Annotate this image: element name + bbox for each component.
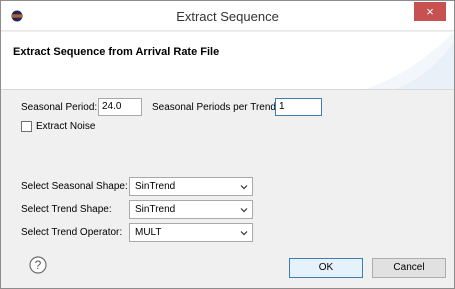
trend-operator-select[interactable]: MULT: [129, 223, 253, 242]
seasonal-period-label: Seasonal Period:: [21, 102, 98, 113]
close-button[interactable]: ×: [414, 2, 446, 21]
seasonal-shape-value: SinTrend: [135, 181, 176, 192]
trend-shape-label: Select Trend Shape:: [21, 204, 112, 215]
seasonal-shape-select[interactable]: SinTrend: [129, 177, 253, 196]
trend-shape-select[interactable]: SinTrend: [129, 200, 253, 219]
extract-noise-checkbox[interactable]: [21, 121, 32, 132]
cancel-button[interactable]: Cancel: [372, 258, 446, 278]
header-banner: Extract Sequence from Arrival Rate File: [1, 32, 454, 90]
chevron-down-icon: [240, 208, 248, 213]
svg-text:?: ?: [35, 258, 42, 272]
trend-operator-value: MULT: [135, 227, 162, 238]
title-bar: Extract Sequence ×: [1, 1, 454, 31]
seasonal-period-input[interactable]: 24.0: [98, 98, 142, 116]
window-title: Extract Sequence: [176, 9, 279, 24]
banner-title: Extract Sequence from Arrival Rate File: [13, 46, 220, 58]
chevron-down-icon: [240, 185, 248, 190]
banner-decoration: [366, 32, 454, 89]
trend-operator-label: Select Trend Operator:: [21, 227, 123, 238]
periods-per-trend-input[interactable]: 1: [275, 98, 322, 116]
seasonal-shape-label: Select Seasonal Shape:: [21, 181, 128, 192]
extract-sequence-dialog: Extract Sequence × Extract Sequence from…: [0, 0, 455, 289]
chevron-down-icon: [240, 231, 248, 236]
trend-shape-value: SinTrend: [135, 204, 176, 215]
help-icon[interactable]: ?: [29, 256, 47, 274]
extract-noise-label[interactable]: Extract Noise: [36, 121, 95, 132]
ok-button[interactable]: OK: [289, 258, 363, 278]
periods-per-trend-label: Seasonal Periods per Trend:: [152, 102, 279, 113]
